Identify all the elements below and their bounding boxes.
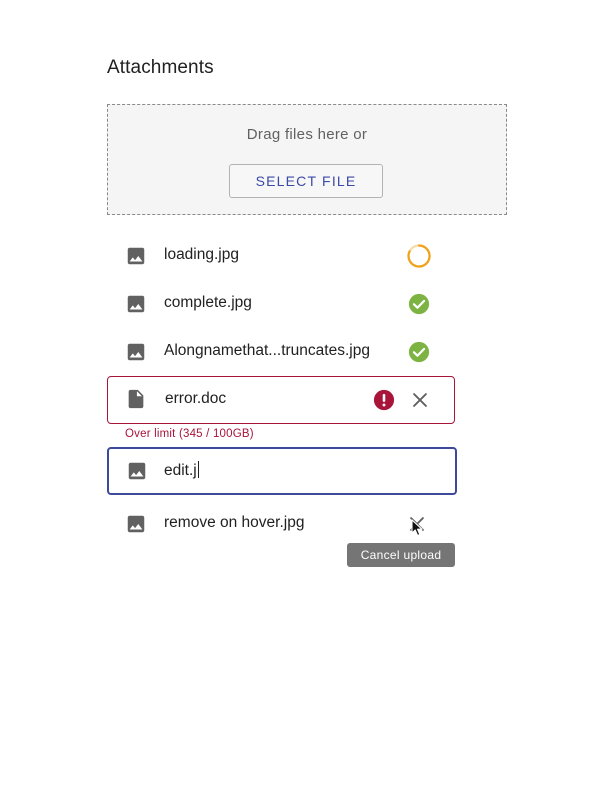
file-name: complete.jpg: [164, 294, 252, 311]
document-icon: [128, 389, 144, 409]
file-row-error: error.doc: [107, 376, 455, 424]
close-icon[interactable]: [409, 389, 431, 411]
error-message: Over limit (345 / 100GB): [125, 428, 254, 440]
page-title: Attachments: [107, 57, 214, 78]
spinner-icon: [407, 244, 431, 268]
image-icon: [127, 515, 145, 533]
image-icon: [127, 295, 145, 313]
file-dropzone[interactable]: Drag files here or SELECT FILE: [107, 104, 507, 215]
file-name: error.doc: [165, 390, 227, 407]
text-caret: [197, 461, 199, 478]
image-icon: [127, 343, 145, 361]
file-name: Alongnamethat...truncates.jpg: [164, 342, 370, 359]
select-file-button[interactable]: SELECT FILE: [229, 164, 383, 198]
mouse-pointer-icon: [411, 519, 423, 537]
image-icon: [128, 462, 146, 480]
file-row-editing[interactable]: edit.j: [107, 447, 457, 495]
error-circle-icon: [373, 389, 395, 411]
file-row-hover: remove on hover.jpg: [107, 500, 455, 548]
file-row-loading: loading.jpg: [107, 232, 455, 280]
file-name: remove on hover.jpg: [164, 514, 305, 531]
file-name-edit-field[interactable]: edit.j: [164, 461, 434, 481]
attachments-panel: Attachments Drag files here or SELECT FI…: [0, 0, 614, 786]
file-row-complete: complete.jpg: [107, 280, 455, 328]
file-row-long-name: Alongnamethat...truncates.jpg: [107, 328, 455, 376]
tooltip: Cancel upload: [347, 543, 455, 567]
file-name: loading.jpg: [164, 246, 239, 263]
file-name-edit-value: edit.j: [164, 462, 197, 479]
dropzone-prompt: Drag files here or: [246, 126, 368, 143]
check-circle-icon: [408, 293, 430, 315]
image-icon: [127, 247, 145, 265]
check-circle-icon: [408, 341, 430, 363]
